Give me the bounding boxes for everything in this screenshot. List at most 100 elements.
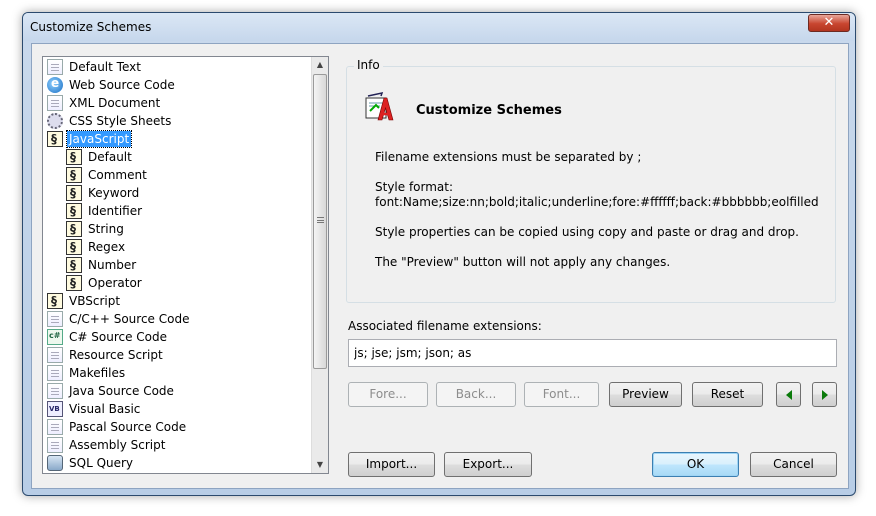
tree-item-label: Default: [88, 150, 132, 164]
script-icon: [66, 203, 82, 219]
close-button[interactable]: ✕: [808, 14, 850, 32]
tree-item-label: Identifier: [88, 204, 143, 218]
script-icon: [47, 293, 63, 309]
tree-item[interactable]: XML Document: [47, 94, 162, 112]
tree-item[interactable]: Visual Basic: [47, 400, 142, 418]
reset-button[interactable]: Reset: [692, 382, 763, 407]
document-icon: [47, 347, 63, 363]
tree-item-label: JavaScript: [65, 130, 133, 148]
customize-schemes-icon: [365, 92, 394, 121]
scheme-tree[interactable]: Default Text Web Source Code XML Document C…: [42, 56, 329, 474]
previous-scheme-button[interactable]: [776, 382, 801, 407]
tree-item[interactable]: Default: [66, 148, 134, 166]
tree-item[interactable]: Regex: [66, 238, 127, 256]
tree-item-label: Default Text: [69, 60, 141, 74]
next-scheme-button[interactable]: [812, 382, 837, 407]
script-icon: [66, 185, 82, 201]
script-icon: [66, 221, 82, 237]
script-icon: [47, 131, 63, 147]
tree-item-label: Regex: [88, 240, 126, 254]
export-button[interactable]: Export...: [444, 452, 532, 477]
tree-item[interactable]: String: [66, 220, 126, 238]
preview-button[interactable]: Preview: [609, 382, 682, 407]
tree-item[interactable]: Operator: [66, 274, 144, 292]
tree-item[interactable]: Keyword: [66, 184, 141, 202]
tree-item-label: Number: [88, 258, 137, 272]
tree-item-label: XML Document: [69, 96, 161, 110]
extensions-input[interactable]: [348, 339, 837, 367]
tree-item[interactable]: JavaScript: [47, 130, 133, 148]
import-button[interactable]: Import...: [348, 452, 435, 477]
tree-item[interactable]: Comment: [66, 166, 149, 184]
tree-item[interactable]: C# Source Code: [47, 328, 169, 346]
document-icon: [47, 59, 63, 75]
dialog-client: Default Text Web Source Code XML Document C…: [31, 43, 849, 489]
tree-item[interactable]: C/C++ Source Code: [47, 310, 191, 328]
document-icon: [47, 95, 63, 111]
title-bar[interactable]: Customize Schemes ✕: [23, 13, 855, 41]
tree-item[interactable]: Resource Script: [47, 346, 165, 364]
tree-item-label: C/C++ Source Code: [69, 312, 190, 326]
database-icon: [47, 455, 63, 471]
info-title: Customize Schemes: [416, 103, 562, 118]
tree-item-label: Operator: [88, 276, 142, 290]
tree-item-label: Keyword: [88, 186, 140, 200]
tree-item[interactable]: Makefiles: [47, 364, 127, 382]
tree-item[interactable]: Web Source Code: [47, 76, 177, 94]
tree-item-label: Makefiles: [69, 366, 126, 380]
csharp-icon: [47, 329, 63, 345]
tree-item-label: CSS Style Sheets: [69, 114, 172, 128]
script-icon: [66, 239, 82, 255]
document-icon: [47, 365, 63, 381]
document-icon: [47, 437, 63, 453]
info-line: Style properties can be copied using cop…: [375, 225, 799, 239]
tree-item[interactable]: Assembly Script: [47, 436, 167, 454]
tree-item-label: VBScript: [69, 294, 121, 308]
tree-item-label: C# Source Code: [69, 330, 167, 344]
fore-button[interactable]: Fore...: [348, 382, 428, 407]
tree-item-label: Resource Script: [69, 348, 163, 362]
tree-item[interactable]: Pascal Source Code: [47, 418, 188, 436]
tree-item[interactable]: Java Source Code: [47, 382, 176, 400]
font-button[interactable]: Font...: [524, 382, 599, 407]
tree-item-label: Java Source Code: [69, 384, 174, 398]
tree-item-label: Web Source Code: [69, 78, 175, 92]
info-legend: Info: [354, 58, 383, 72]
back-button[interactable]: Back...: [436, 382, 516, 407]
scroll-up-arrow-icon[interactable]: ▲: [312, 57, 328, 73]
tree-item-label: Assembly Script: [69, 438, 166, 452]
web-icon: [47, 76, 63, 93]
scroll-down-arrow-icon[interactable]: ▼: [312, 457, 328, 473]
tree-item[interactable]: Default Text: [47, 58, 143, 76]
arrow-left-icon: [785, 389, 792, 400]
script-icon: [66, 149, 82, 165]
arrow-right-icon: [821, 389, 828, 400]
document-icon: [47, 311, 63, 327]
gear-icon: [47, 113, 63, 129]
tree-scrollbar[interactable]: ▲ ▼: [311, 57, 328, 473]
close-icon: ✕: [823, 15, 835, 30]
info-line: Style format:: [375, 180, 454, 194]
tree-item[interactable]: SQL Query: [47, 454, 135, 472]
tree-item[interactable]: VBScript: [47, 292, 122, 310]
tree-item-label: Comment: [88, 168, 147, 182]
tree-item-label: Visual Basic: [69, 402, 141, 416]
vb-icon: [47, 401, 63, 417]
info-line: Filename extensions must be separated by…: [375, 150, 642, 164]
tree-item[interactable]: CSS Style Sheets: [47, 112, 173, 130]
scroll-thumb[interactable]: [313, 74, 327, 369]
tree-item-label: String: [88, 222, 124, 236]
document-icon: [47, 383, 63, 399]
tree-item[interactable]: Identifier: [66, 202, 144, 220]
customize-schemes-window: Customize Schemes ✕ Default Text Web Sour…: [22, 12, 856, 496]
ok-button[interactable]: OK: [652, 452, 739, 477]
info-line: font:Name;size:nn;bold;italic;underline;…: [375, 195, 819, 209]
script-icon: [66, 257, 82, 273]
script-icon: [66, 275, 82, 291]
grip-icon: [317, 217, 324, 223]
window-title: Customize Schemes: [30, 20, 152, 34]
cancel-button[interactable]: Cancel: [750, 452, 837, 477]
document-icon: [47, 419, 63, 435]
tree-item[interactable]: Number: [66, 256, 138, 274]
tree-item-label: SQL Query: [69, 456, 134, 470]
